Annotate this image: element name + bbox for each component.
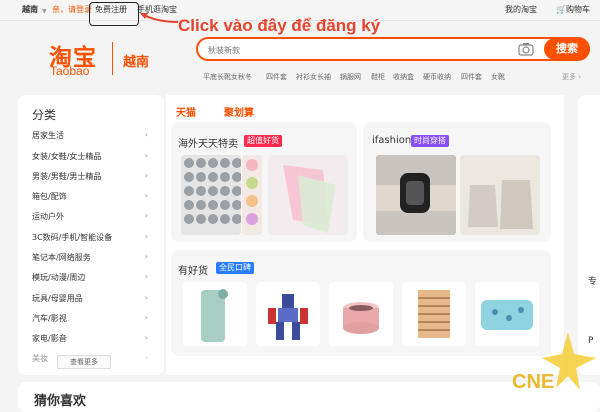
chevron-right-icon: › — [144, 191, 148, 200]
scarves-icon — [268, 155, 348, 235]
product-robot-toy[interactable] — [256, 282, 320, 346]
hot-word[interactable]: 收纳盒 — [393, 72, 414, 82]
watch-image[interactable] — [376, 155, 456, 235]
camera-icon[interactable] — [518, 42, 534, 56]
category-item[interactable]: 居家生活 › — [32, 130, 158, 141]
right-panel-text: 专 — [588, 277, 598, 287]
cne-watermark-logo: CNE — [512, 332, 596, 393]
watch-icon — [376, 155, 456, 235]
login-link[interactable]: 亲，请登录 — [52, 5, 92, 15]
category-item[interactable]: 运动户外 › — [32, 211, 158, 222]
ifashion-badge: 时尚穿搭 — [411, 135, 449, 147]
category-label: 3C数码/手机/智能设备 — [32, 233, 113, 242]
product-vase[interactable] — [183, 282, 247, 346]
bags-icon — [460, 155, 540, 235]
product-lamp[interactable] — [402, 282, 466, 346]
category-label: 美妆 — [32, 354, 48, 363]
chevron-right-icon: › — [144, 211, 148, 220]
category-item[interactable]: 模玩/动漫/周边 › — [32, 272, 158, 283]
chevron-right-icon: › — [144, 171, 148, 180]
cake-samples-icon — [246, 159, 258, 225]
category-title: 分类 — [32, 108, 57, 122]
chevron-right-icon: › — [144, 333, 148, 342]
chevron-down-icon: ▼ — [42, 8, 47, 15]
cart-label: 购物车 — [565, 5, 590, 14]
category-label: 模玩/动漫/周边 — [32, 273, 86, 282]
chevron-right-icon: › — [144, 151, 148, 160]
taobao-logo-en: Taobao — [50, 64, 90, 78]
vase-icon — [201, 289, 228, 342]
hot-word[interactable]: 四件套 — [266, 72, 287, 82]
watermark-text: CNE — [512, 371, 554, 393]
bags-image[interactable] — [460, 155, 540, 235]
chevron-right-icon: › — [144, 130, 148, 139]
chevron-right-icon: › — [144, 353, 148, 362]
chevron-right-icon: › — [144, 313, 148, 322]
piping-tips-image[interactable] — [181, 155, 241, 235]
candle-icon — [343, 302, 379, 334]
lamp-icon — [418, 290, 450, 338]
category-label: 女装/女鞋/女士精品 — [32, 152, 102, 161]
search-input[interactable] — [206, 42, 510, 58]
hot-word[interactable]: 女靴 — [491, 72, 505, 82]
piping-tips-icon — [181, 155, 241, 235]
hot-word[interactable]: 平底长靴女秋冬 — [203, 72, 252, 82]
cart-icon: 🛒 — [556, 5, 566, 14]
category-label: 居家生活 — [32, 131, 64, 140]
category-item[interactable]: 女装/女鞋/女士精品 › — [32, 151, 158, 162]
chevron-right-icon: › — [144, 272, 148, 281]
category-label: 男装/男鞋/男士精品 — [32, 172, 102, 181]
good-goods-title: 有好货 — [178, 266, 208, 277]
my-taobao-link[interactable]: 我的淘宝 — [505, 5, 537, 15]
tab-tmall[interactable]: 天猫 — [176, 104, 196, 119]
hot-word[interactable]: 四件套 — [461, 72, 482, 82]
category-label: 玩具/母婴用品 — [32, 294, 83, 303]
chevron-right-icon: › — [144, 293, 148, 302]
more-link[interactable]: 更多 › — [562, 72, 581, 82]
annotation-text: Click vào đây để đăng ký — [178, 16, 381, 35]
register-highlight-box — [89, 2, 139, 26]
tab-juhuasuan[interactable]: 聚划算 — [224, 104, 254, 119]
category-label: 家电/影音 — [32, 334, 67, 343]
category-item[interactable]: 男装/男鞋/男士精品 › — [32, 171, 158, 182]
cake-samples-image[interactable] — [242, 155, 262, 235]
hot-word[interactable]: 鞋柜 — [371, 72, 385, 82]
chevron-right-icon: › — [144, 252, 148, 261]
good-goods-badge: 全民口碑 — [216, 262, 254, 274]
category-item[interactable]: 3C数码/手机/智能设备 › — [32, 232, 158, 243]
category-label: 箱包/配饰 — [32, 192, 67, 201]
robot-toy-icon — [268, 294, 308, 340]
search-button[interactable]: 搜索 — [544, 38, 590, 60]
hot-word[interactable]: 衬衫女长袖 — [296, 72, 331, 82]
chevron-right-icon: › — [144, 232, 148, 241]
category-item[interactable]: 家电/影音 › — [32, 333, 158, 344]
location-selector[interactable]: 越南 — [22, 5, 38, 15]
category-label: 笔记本/网络服务 — [32, 253, 91, 262]
category-item[interactable]: 玩具/母婴用品 › — [32, 293, 158, 304]
ifashion-title: ifashion — [372, 135, 412, 146]
logo-divider — [112, 42, 113, 75]
hot-word[interactable]: 硬币收纳 — [423, 72, 451, 82]
overseas-title: 海外天天特卖 — [178, 139, 238, 150]
category-item[interactable]: 箱包/配饰 › — [32, 191, 158, 202]
category-panel: 分类 居家生活 › 女装/女鞋/女士精品 › 男装/男鞋/男士精品 › 箱包/配饰 › … — [18, 95, 164, 375]
search-box — [196, 37, 590, 61]
annotation-arrow-icon — [140, 13, 179, 23]
overseas-badge: 超值好货 — [244, 135, 282, 147]
category-label: 汽车/影视 — [32, 314, 67, 323]
cart-link[interactable]: 🛒购物车 — [556, 5, 590, 15]
category-label: 运动户外 — [32, 212, 64, 221]
category-item[interactable]: 汽车/影视 › — [32, 313, 158, 324]
category-item[interactable]: 笔记本/网络服务 › — [32, 252, 158, 263]
see-more-button[interactable]: 查看更多 — [57, 355, 111, 369]
hot-word[interactable]: 锅服网 — [340, 72, 361, 82]
product-candle[interactable] — [329, 282, 393, 346]
region-label: 越南 — [123, 55, 150, 70]
scarves-image[interactable] — [268, 155, 348, 235]
